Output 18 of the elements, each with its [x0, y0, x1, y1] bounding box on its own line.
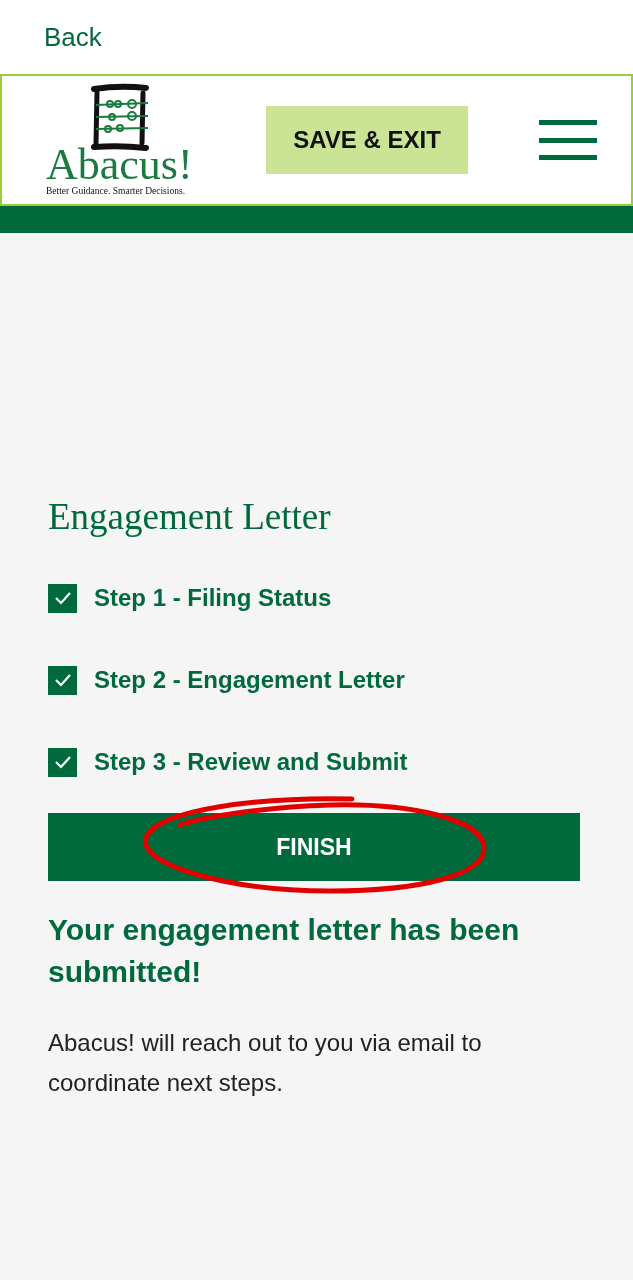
step-label: Step 3 - Review and Submit: [94, 747, 408, 777]
check-icon: [53, 591, 72, 605]
menu-icon[interactable]: [539, 120, 597, 160]
checkbox[interactable]: [48, 665, 77, 695]
step-label: Step 1 - Filing Status: [94, 583, 332, 613]
logo-text: Abacus!: [46, 145, 193, 185]
checkbox[interactable]: [48, 583, 77, 613]
logo-tagline: Better Guidance. Smarter Decisions.: [46, 185, 186, 197]
step-label: Step 2 - Engagement Letter: [94, 665, 405, 695]
back-link[interactable]: Back: [44, 17, 102, 57]
page-title: Engagement Letter: [48, 495, 332, 539]
confirmation-heading: Your engagement letter has been submitted!: [48, 912, 521, 990]
finish-button[interactable]: FINISH: [48, 813, 580, 881]
check-icon: [53, 673, 72, 687]
confirmation-message: Abacus! will reach out to you via email to coordinate next steps.: [48, 1028, 483, 1098]
check-icon: [53, 755, 72, 769]
checkbox[interactable]: [48, 747, 77, 777]
save-exit-button[interactable]: SAVE & EXIT: [266, 106, 468, 174]
